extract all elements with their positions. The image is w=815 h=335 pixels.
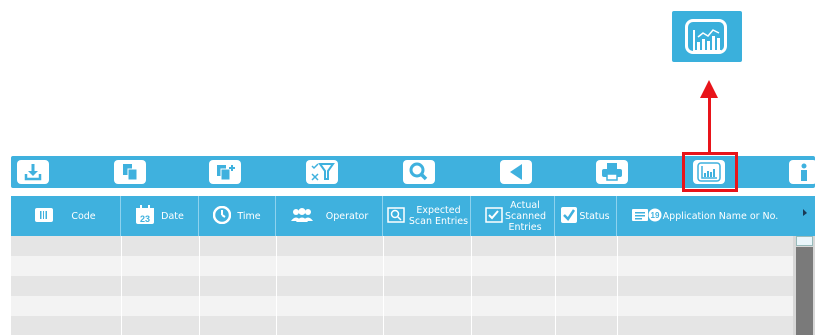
column-divider: [555, 236, 556, 335]
copy-button[interactable]: [114, 160, 146, 184]
column-label-application-name: Application Name or No.: [662, 210, 779, 222]
column-label-status: Status: [579, 210, 610, 222]
column-label-actual-scanned-entries: Actual Scanned Entries: [505, 199, 546, 233]
table-row[interactable]: [11, 276, 793, 296]
clock-icon: [213, 205, 232, 227]
download-icon: [24, 164, 42, 181]
arrow-shaft: [708, 96, 711, 154]
scroll-header: [793, 196, 815, 236]
table-header: Code 23 Date Time Operator Expected Scan…: [11, 196, 793, 236]
add-copy-icon: [217, 165, 235, 181]
table-row[interactable]: [11, 296, 793, 316]
table-body: [11, 236, 793, 335]
print-button[interactable]: [596, 160, 628, 184]
column-label-date: Date: [161, 210, 184, 222]
actual-scan-icon: [485, 206, 503, 226]
column-divider: [471, 236, 472, 335]
column-header-date[interactable]: 23 Date: [121, 196, 199, 236]
print-icon: [602, 163, 622, 181]
info-icon: [801, 163, 807, 181]
back-icon: [510, 164, 522, 180]
column-header-expected-scan-entries[interactable]: Expected Scan Entries: [383, 196, 471, 236]
column-divider: [617, 236, 618, 335]
info-button[interactable]: [789, 160, 815, 184]
checkmark-icon: [561, 206, 578, 226]
table-row[interactable]: [11, 256, 793, 276]
filter-icon: [311, 163, 335, 181]
reports-icon-callout: [672, 11, 742, 62]
app-number-badge: 19: [650, 211, 659, 220]
data-table: Code 23 Date Time Operator Expected Scan…: [11, 196, 815, 335]
reports-highlight-box: [682, 152, 738, 192]
application-id-icon: 19: [631, 208, 662, 225]
column-header-code[interactable]: Code: [11, 196, 121, 236]
column-header-status[interactable]: Status: [555, 196, 617, 236]
column-label-expected-scan-entries: Expected Scan Entries: [408, 205, 469, 227]
back-button[interactable]: [500, 160, 532, 184]
download-button[interactable]: [17, 160, 49, 184]
copy-icon: [123, 164, 138, 181]
column-divider: [383, 236, 384, 335]
barcode-icon: [35, 207, 54, 225]
table-row[interactable]: [11, 316, 793, 335]
column-header-application-name[interactable]: 19 Application Name or No.: [617, 196, 793, 236]
column-label-operator: Operator: [325, 210, 369, 222]
search-button[interactable]: [403, 160, 435, 184]
calendar-day: 23: [140, 214, 150, 224]
column-divider: [199, 236, 200, 335]
column-header-actual-scanned-entries[interactable]: Actual Scanned Entries: [471, 196, 555, 236]
screen: Code 23 Date Time Operator Expected Scan…: [0, 0, 815, 335]
search-icon: [409, 162, 428, 181]
pointer-arrow-icon: [803, 209, 807, 216]
calendar-icon: 23: [135, 204, 155, 228]
users-icon: [290, 207, 314, 225]
column-header-operator[interactable]: Operator: [276, 196, 383, 236]
expected-scan-icon: [387, 206, 405, 226]
filter-button[interactable]: [306, 160, 338, 184]
chart-icon: [693, 29, 721, 52]
column-divider: [121, 236, 122, 335]
table-row[interactable]: [11, 236, 793, 256]
column-label-time: Time: [237, 210, 261, 222]
column-label-code: Code: [71, 210, 96, 222]
add-copy-button[interactable]: [209, 160, 241, 184]
scroll-up-button[interactable]: [796, 236, 813, 250]
scrollbar-track[interactable]: [796, 247, 813, 335]
column-header-time[interactable]: Time: [199, 196, 276, 236]
column-divider: [276, 236, 277, 335]
